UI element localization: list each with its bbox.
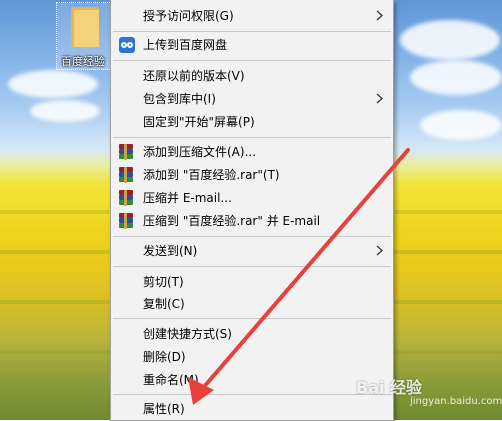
baidu-watermark: Bai 经验: [356, 378, 423, 397]
baidu-watermark-url: jingyan.baidu.com: [410, 396, 502, 407]
annotation-arrow: [188, 148, 410, 405]
